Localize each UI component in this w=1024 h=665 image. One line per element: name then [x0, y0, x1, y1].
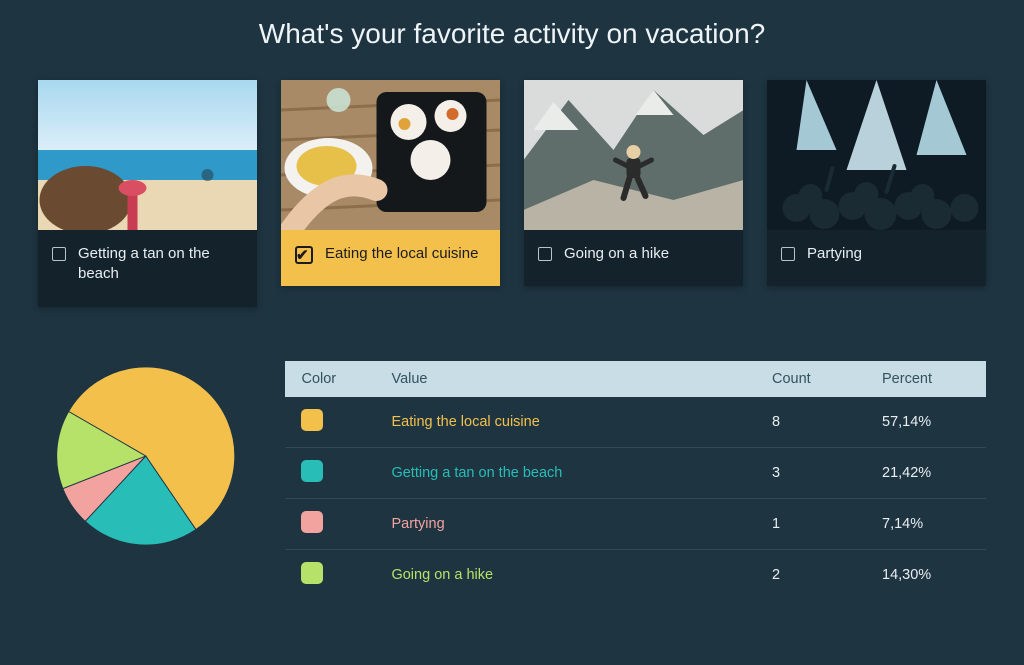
color-swatch [301, 460, 323, 482]
option-card-hike[interactable]: Going on a hike [524, 80, 743, 286]
th-count: Count [756, 361, 866, 397]
checkbox-checked-icon [295, 246, 313, 264]
th-percent: Percent [866, 361, 986, 397]
th-color: Color [285, 361, 375, 397]
poll-question: What's your favorite activity on vacatio… [38, 18, 986, 50]
th-value: Value [375, 361, 756, 397]
row-percent: 7,14% [866, 498, 986, 549]
option-image-cuisine [281, 80, 500, 230]
row-count: 1 [756, 498, 866, 549]
table-row: Eating the local cuisine 857,14% [285, 397, 986, 448]
results-pie-chart [52, 361, 239, 551]
row-percent: 57,14% [866, 397, 986, 448]
row-value: Going on a hike [391, 567, 493, 583]
option-card-beach[interactable]: Getting a tan on the beach [38, 80, 257, 307]
table-row: Partying 17,14% [285, 498, 986, 549]
option-label: Partying [807, 244, 862, 264]
option-image-party [767, 80, 986, 230]
checkbox-icon [538, 247, 552, 261]
row-percent: 14,30% [866, 549, 986, 600]
checkbox-icon [52, 247, 66, 261]
row-count: 8 [756, 397, 866, 448]
color-swatch [301, 409, 323, 431]
row-value: Partying [391, 516, 444, 532]
option-card-party[interactable]: Partying [767, 80, 986, 286]
row-count: 2 [756, 549, 866, 600]
poll-options: Getting a tan on the beach [38, 80, 986, 307]
row-percent: 21,42% [866, 447, 986, 498]
results-section: Color Value Count Percent Eating the loc… [38, 361, 986, 600]
option-label: Eating the local cuisine [325, 244, 478, 264]
results-table: Color Value Count Percent Eating the loc… [285, 361, 986, 600]
row-value: Getting a tan on the beach [391, 465, 562, 481]
color-swatch [301, 511, 323, 533]
table-row: Going on a hike 214,30% [285, 549, 986, 600]
option-image-hike [524, 80, 743, 230]
option-label: Getting a tan on the beach [78, 244, 239, 285]
row-value: Eating the local cuisine [391, 414, 539, 430]
option-label: Going on a hike [564, 244, 669, 264]
row-count: 3 [756, 447, 866, 498]
color-swatch [301, 562, 323, 584]
option-image-beach [38, 80, 257, 230]
table-row: Getting a tan on the beach 321,42% [285, 447, 986, 498]
option-card-cuisine[interactable]: Eating the local cuisine [281, 80, 500, 286]
checkbox-icon [781, 247, 795, 261]
